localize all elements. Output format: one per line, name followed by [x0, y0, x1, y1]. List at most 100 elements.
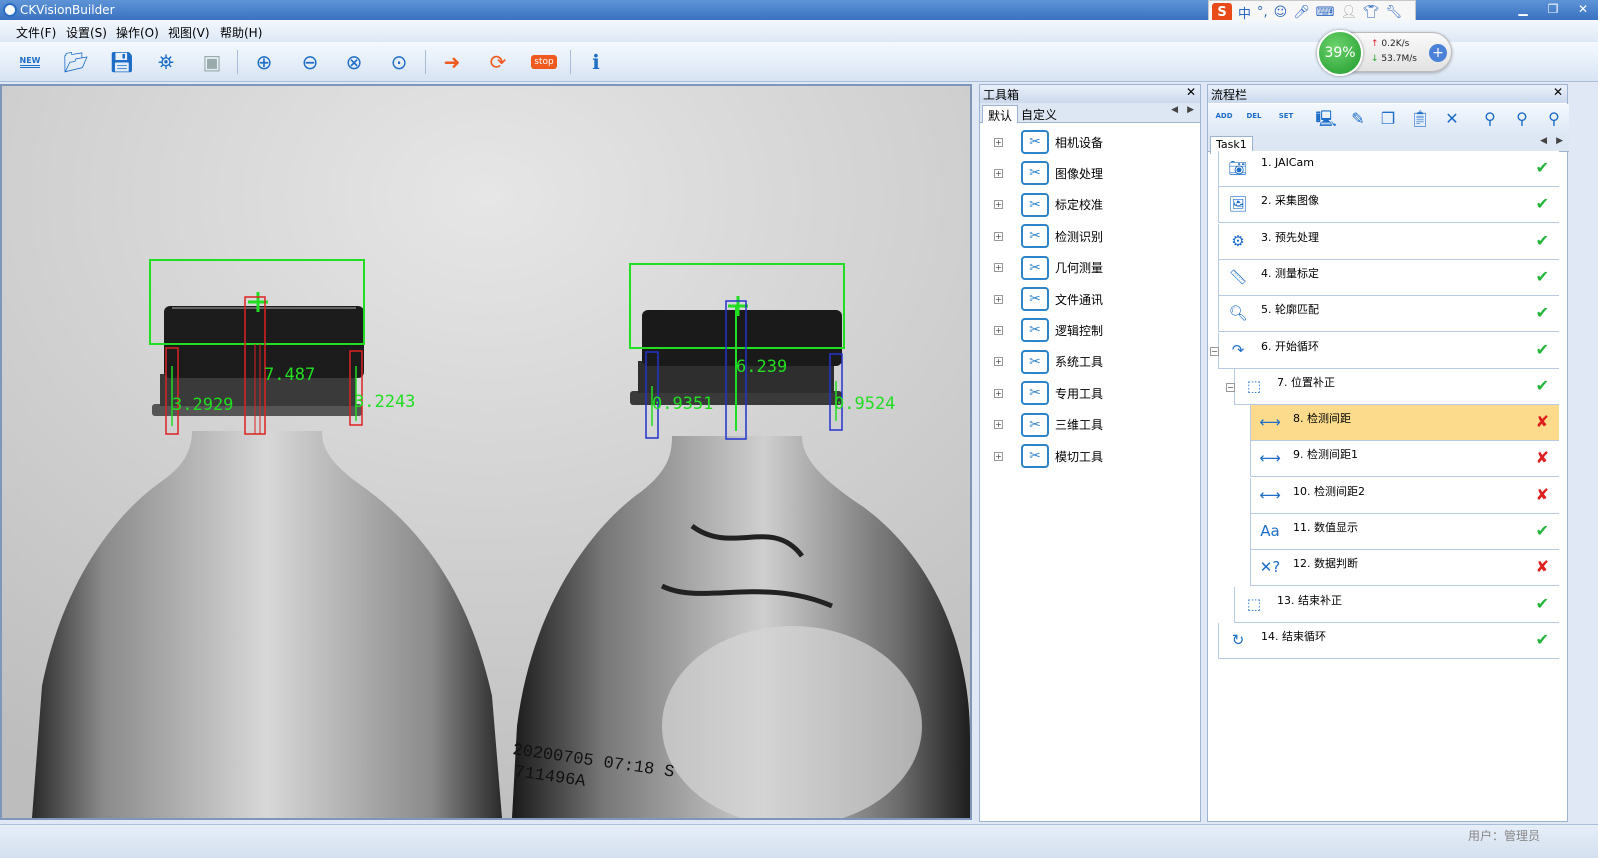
open-button[interactable]: 📂︎ — [62, 48, 90, 76]
toolbox-item[interactable]: + ✂ 模切工具 — [994, 442, 1103, 470]
flow-step[interactable]: ↷ 6. 开始循环 ✔ — [1218, 332, 1559, 369]
cut-button[interactable]: ✕ — [1440, 107, 1464, 131]
user-add-button[interactable]: ⚲ — [1478, 107, 1502, 131]
tab-prev-icon[interactable]: ◀ — [1540, 136, 1547, 146]
user-icon: ⚲ — [1548, 109, 1560, 128]
expand-icon[interactable]: + — [994, 388, 1003, 398]
expand-icon[interactable]: + — [994, 325, 1003, 335]
flow-step[interactable]: 📏︎ 4. 测量标定 ✔ — [1218, 259, 1559, 296]
wrench-icon[interactable]: 🔧︎ — [1386, 5, 1403, 20]
emoji-icon[interactable]: ☺ — [1274, 5, 1288, 20]
menu-help[interactable]: 帮助(H) — [220, 24, 262, 41]
user-icon[interactable]: 👤︎ — [1341, 5, 1358, 20]
menu-operate[interactable]: 操作(O) — [116, 24, 159, 41]
tab-custom[interactable]: 自定义 — [1016, 105, 1062, 123]
expand-icon[interactable]: + — [1429, 44, 1447, 62]
step-label: 1. JAICam — [1261, 156, 1314, 169]
step-label: 4. 测量标定 — [1261, 266, 1319, 280]
close-icon[interactable]: ✕ — [1568, 0, 1598, 18]
flow-step[interactable]: ⚙ 3. 预先处理 ✔ — [1218, 223, 1559, 260]
run-once-button[interactable]: ➜ — [438, 48, 466, 76]
toolbox-item[interactable]: + ✂ 三维工具 — [994, 411, 1103, 439]
flow-step[interactable]: 📷︎ 1. JAICam ✔ — [1218, 151, 1559, 187]
zoom-out-button[interactable]: ⊖ — [296, 48, 324, 76]
tab-next-icon[interactable]: ▶ — [1556, 136, 1563, 146]
toolbox-item[interactable]: + ✂ 文件通讯 — [994, 285, 1103, 313]
close-icon[interactable]: ✕ — [1553, 85, 1563, 99]
network-monitor[interactable]: 39% ↑ 0.2K/s ↓ 53.7M/s + — [1317, 30, 1452, 76]
expand-icon[interactable]: + — [994, 231, 1003, 241]
toolbox-item-label: 模切工具 — [1055, 449, 1104, 464]
image-viewer[interactable]: 20200705 07:18 S 711496A 7.487 3.2929 3.… — [0, 84, 972, 820]
microphone-icon[interactable]: 🎤︎ — [1293, 5, 1310, 20]
tab-prev-icon[interactable]: ◀ — [1171, 105, 1178, 115]
collapse-icon[interactable]: − — [1226, 382, 1235, 392]
toolbox-item[interactable]: + ✂ 系统工具 — [994, 348, 1103, 376]
usage-percent: 39% — [1317, 30, 1363, 76]
expand-icon[interactable]: + — [994, 168, 1003, 178]
check-icon: ✔ — [1535, 593, 1549, 613]
expand-icon[interactable]: + — [994, 451, 1003, 461]
loop-icon: ⟳ — [489, 50, 507, 74]
monitor-button[interactable]: 🖳 — [1314, 107, 1338, 131]
run-loop-button[interactable]: ⟳ — [484, 48, 512, 76]
toolbox-item[interactable]: + ✂ 检测识别 — [994, 222, 1103, 250]
paste-button[interactable]: 📋︎ — [1408, 107, 1432, 131]
toolbox-item[interactable]: + ✂ 图像处理 — [994, 159, 1103, 187]
fit-window-button[interactable]: ▣ — [198, 48, 226, 76]
menu-file[interactable]: 文件(F) — [16, 24, 56, 41]
user-remove-button[interactable]: ⚲ — [1510, 107, 1534, 131]
toolbox-item[interactable]: + ✂ 逻辑控制 — [994, 316, 1103, 344]
flow-step[interactable]: ✕? 12. 数据判断 ✘ — [1250, 550, 1559, 587]
stop-button[interactable]: stop — [530, 48, 558, 76]
new-button[interactable]: NEW — [16, 48, 44, 76]
ime-punct-toggle[interactable]: °, — [1257, 5, 1268, 20]
expand-icon[interactable]: + — [994, 420, 1003, 430]
set-step-button[interactable]: SET — [1274, 107, 1298, 131]
zoom-actual-button[interactable]: ⊙ — [385, 48, 413, 76]
expand-icon[interactable]: + — [994, 263, 1003, 273]
flow-step[interactable]: ⬚ 13. 结束补正 ✔ — [1234, 586, 1559, 623]
restore-icon[interactable]: ❐ — [1538, 0, 1568, 18]
tab-next-icon[interactable]: ▶ — [1187, 105, 1194, 115]
zoom-fit-button[interactable]: ⊗ — [340, 48, 368, 76]
toolbar-separator — [237, 50, 238, 74]
copy-button[interactable]: ❐ — [1376, 107, 1400, 131]
save-button[interactable]: 💾︎ — [108, 48, 136, 76]
skin-icon[interactable]: 👕︎ — [1363, 5, 1380, 20]
flow-step[interactable]: ⟷ 8. 检测间距 ✘ — [1250, 405, 1559, 442]
flow-step[interactable]: Aa 11. 数值显示 ✔ — [1250, 514, 1559, 550]
flow-step[interactable]: ⬚ 7. 位置补正 ✔ — [1234, 368, 1559, 405]
minimize-icon[interactable]: ▁ — [1508, 0, 1538, 18]
toolbox-item[interactable]: + ✂ 相机设备 — [994, 128, 1103, 156]
toolbox-panel: 工具箱 ✕ 默认 自定义 ◀ ▶ + ✂ 相机设备 + ✂ 图像处理 + ✂ 标定校准 + ✂ 检测识… — [979, 84, 1201, 822]
flow-step[interactable]: ⟷ 9. 检测间距1 ✘ — [1250, 441, 1559, 478]
flow-step[interactable]: ⟷ 10. 检测间距2 ✘ — [1250, 477, 1559, 514]
delete-step-button[interactable]: DEL — [1242, 107, 1266, 131]
expand-icon[interactable]: + — [994, 137, 1003, 147]
menu-view[interactable]: 视图(V) — [168, 24, 210, 41]
toolbox-item[interactable]: + ✂ 标定校准 — [994, 191, 1103, 219]
user-search-button[interactable]: ⚲ — [1542, 107, 1566, 131]
toolbox-item[interactable]: + ✂ 几何测量 — [994, 254, 1103, 282]
expand-icon[interactable]: + — [994, 357, 1003, 367]
toolbox-item[interactable]: + ✂ 专用工具 — [994, 379, 1103, 407]
help-button[interactable]: ℹ — [582, 48, 610, 76]
add-step-button[interactable]: ADD — [1212, 107, 1236, 131]
zoom-actual-icon: ⊙ — [390, 50, 408, 74]
tab-default[interactable]: 默认 — [982, 105, 1019, 123]
close-icon[interactable]: ✕ — [1186, 85, 1196, 99]
expand-icon[interactable]: + — [994, 200, 1003, 210]
edit-button[interactable]: ✎ — [1346, 107, 1370, 131]
flow-step[interactable]: 🖼︎ 2. 采集图像 ✔ — [1218, 187, 1559, 224]
keyboard-icon[interactable]: ⌨ — [1316, 5, 1335, 20]
menu-settings[interactable]: 设置(S) — [66, 24, 107, 41]
collapse-icon[interactable]: − — [1210, 346, 1219, 356]
flow-step[interactable]: ↻ 14. 结束循环 ✔ — [1218, 622, 1559, 659]
flow-step[interactable]: 🔍︎ 5. 轮廓匹配 ✔ — [1218, 296, 1559, 333]
expand-icon[interactable]: + — [994, 294, 1003, 304]
toolbar-separator — [570, 50, 571, 74]
binoculars-button[interactable]: ⛯ — [152, 48, 180, 76]
toolbox-icon: ✂ — [1021, 192, 1049, 217]
zoom-in-button[interactable]: ⊕ — [250, 48, 278, 76]
